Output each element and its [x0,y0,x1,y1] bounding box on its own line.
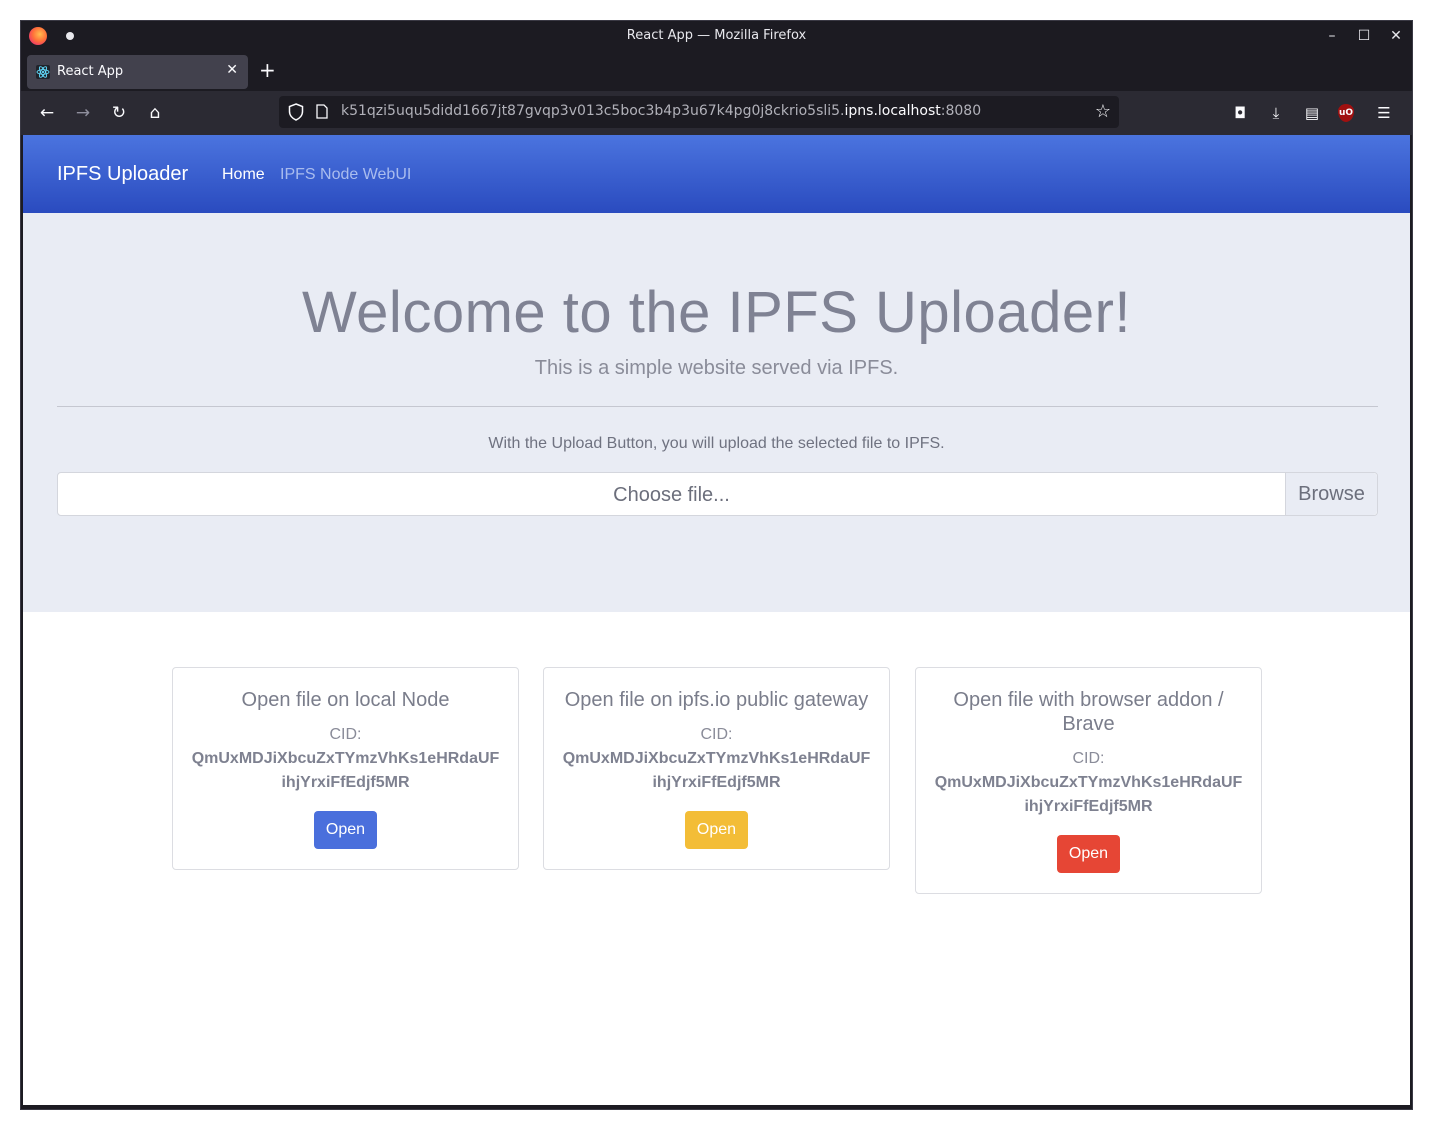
cid-label: CID: [1072,750,1105,767]
url-text[interactable]: k51qzi5uqu5didd1667jt87gvqp3v013c5boc3b4… [341,103,981,119]
browse-button[interactable]: Browse [1285,473,1377,515]
reader-view-icon[interactable]: ▤ [1302,103,1322,123]
title-bar: React App — Mozilla Firefox – ☐ ✕ [21,21,1412,51]
minimize-button[interactable]: – [1322,26,1342,46]
bookmark-star-icon[interactable]: ☆ [1095,101,1111,122]
page-viewport: IPFS Uploader Home IPFS Node WebUI Welco… [23,135,1410,1105]
hero-subtitle: This is a simple website served via IPFS… [534,357,899,379]
tracking-protection-shield-icon[interactable] [288,103,304,121]
page-info-icon[interactable] [316,104,328,119]
cid-label: CID: [700,726,733,743]
home-button[interactable]: ⌂ [145,103,165,123]
url-port: :8080 [940,103,982,119]
address-bar[interactable]: k51qzi5uqu5didd1667jt87gvqp3v013c5boc3b4… [279,96,1119,128]
upload-hint-text: With the Upload Button, you will upload … [488,435,945,452]
file-input-placeholder[interactable]: Choose file... [58,484,1285,507]
downloads-icon[interactable]: ⤓ [1266,103,1286,123]
ublock-origin-icon[interactable]: uO [1338,104,1354,122]
tab-title: React App [57,64,124,79]
react-favicon-icon [36,65,50,79]
tab-strip: React App ✕ + [21,51,1412,91]
file-upload-input[interactable]: Choose file... Browse [57,472,1378,516]
open-browser-addon-button[interactable]: Open [1057,835,1120,873]
close-window-button[interactable]: ✕ [1386,26,1406,46]
pocket-icon[interactable]: ◘ [1230,103,1250,123]
card-title: Open file with browser addon / Brave [953,689,1224,735]
card-title: Open file on local Node [241,689,450,711]
forward-button[interactable]: → [73,103,93,123]
site-navbar: IPFS Uploader Home IPFS Node WebUI [23,135,1410,213]
open-public-gateway-button[interactable]: Open [685,811,748,849]
cid-value: QmUxMDJiXbcuZxTYmzVhKs1eHRdaUFihjYrxiFfE… [934,774,1243,815]
site-brand[interactable]: IPFS Uploader [57,163,188,186]
card-browser-addon: Open file with browser addon / Brave CID… [915,667,1262,894]
hamburger-menu-icon[interactable]: ☰ [1374,103,1394,123]
card-public-gateway: Open file on ipfs.io public gateway CID:… [543,667,890,870]
nav-toolbar: ← → ↻ ⌂ k51qzi5uqu5didd1667jt87gvqp3v013… [21,91,1412,135]
hero-divider [57,406,1378,407]
url-subdomain: k51qzi5uqu5didd1667jt87gvqp3v013c5boc3b4… [341,103,845,119]
cid-value: QmUxMDJiXbcuZxTYmzVhKs1eHRdaUFihjYrxiFfE… [562,750,871,791]
url-host: ipns.localhost [844,103,941,119]
nav-link-home[interactable]: Home [222,166,265,184]
tab-react-app[interactable]: React App ✕ [27,55,248,89]
cid-label: CID: [329,726,362,743]
nav-link-ipfs-webui[interactable]: IPFS Node WebUI [280,166,411,184]
maximize-button[interactable]: ☐ [1354,26,1374,46]
tab-close-icon[interactable]: ✕ [226,62,238,78]
page-title: Welcome to the IPFS Uploader! [301,280,1132,345]
hero-section: Welcome to the IPFS Uploader! This is a … [23,213,1410,612]
browser-window: React App — Mozilla Firefox – ☐ ✕ React … [20,20,1413,1110]
open-local-node-button[interactable]: Open [314,811,377,849]
back-button[interactable]: ← [37,103,57,123]
card-local-node: Open file on local Node CID: QmUxMDJiXbc… [172,667,519,870]
new-tab-button[interactable]: + [259,60,276,80]
window-title: React App — Mozilla Firefox [626,28,807,43]
reload-button[interactable]: ↻ [109,103,129,123]
card-title: Open file on ipfs.io public gateway [564,689,869,711]
cid-value: QmUxMDJiXbcuZxTYmzVhKs1eHRdaUFihjYrxiFfE… [191,750,500,791]
